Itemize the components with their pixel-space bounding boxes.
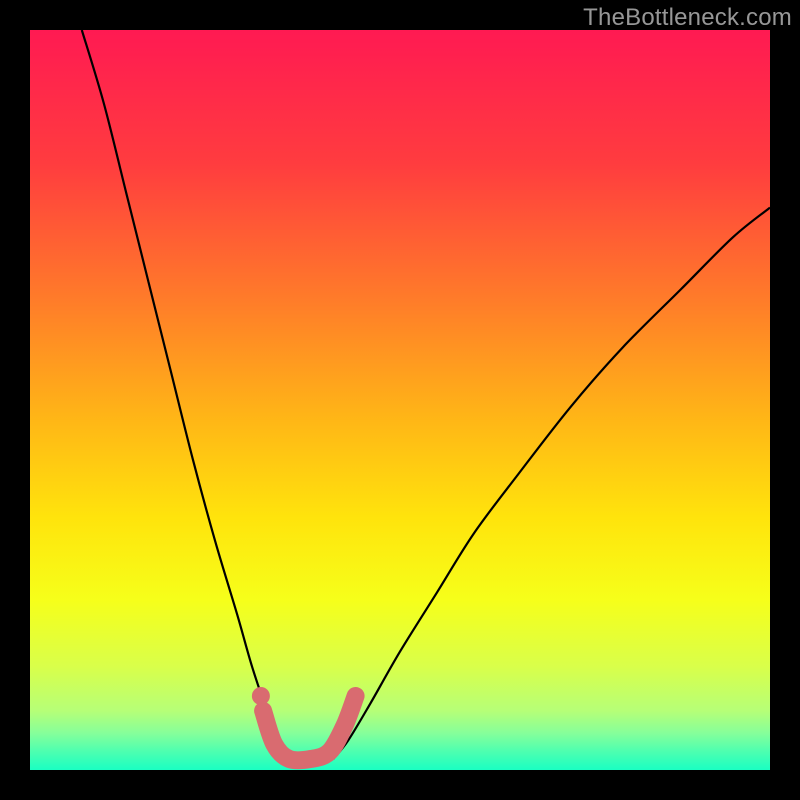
plot-area <box>30 30 770 770</box>
highlight-dot <box>252 687 270 705</box>
watermark-text: TheBottleneck.com <box>583 4 792 32</box>
chart-frame: TheBottleneck.com <box>0 0 800 800</box>
gradient-background <box>30 30 770 770</box>
bottleneck-chart <box>30 30 770 770</box>
